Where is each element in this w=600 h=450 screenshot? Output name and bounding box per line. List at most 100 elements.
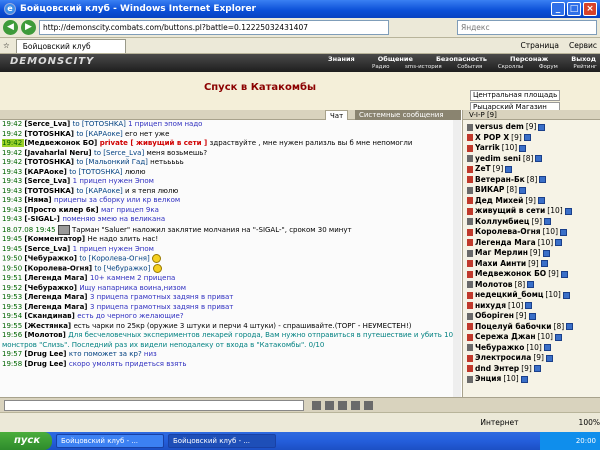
info-icon[interactable] (505, 165, 513, 173)
player-name[interactable]: Маг Мерлин (475, 248, 528, 259)
info-icon[interactable] (545, 354, 553, 362)
message-recipient[interactable]: кто поможет за кр? (69, 350, 144, 358)
submenu-events[interactable]: События (457, 64, 482, 70)
message-author[interactable]: [Молотов] (24, 331, 68, 339)
player-entry[interactable]: Электросила [9] (463, 353, 600, 364)
player-name[interactable]: Медвежонок БО (475, 269, 546, 280)
info-icon[interactable] (519, 186, 527, 194)
message-author[interactable]: [Serce_Lva] (24, 120, 72, 128)
address-input[interactable]: http://demonscity.combats.com/buttons.pl… (39, 20, 389, 35)
message-recipient[interactable]: to [Королева-Огня] (79, 255, 152, 263)
message-recipient[interactable]: to [TOTOSHKA] (69, 168, 124, 176)
settings-icon[interactable] (325, 400, 334, 410)
message-author[interactable]: [TOTOSHKA] (24, 130, 76, 138)
message-author[interactable]: [Комментатор] (24, 235, 87, 243)
player-name[interactable]: Дед Михей (475, 196, 523, 207)
info-icon[interactable] (535, 155, 543, 163)
player-name[interactable]: dnd Энтер (475, 364, 519, 375)
info-icon[interactable] (525, 302, 533, 310)
info-icon[interactable] (533, 365, 541, 373)
player-name[interactable]: ВИКАР (475, 185, 504, 196)
info-icon[interactable] (555, 239, 563, 247)
player-entry[interactable]: Поцелуй бабочки [8] (463, 322, 600, 333)
menu-character[interactable]: Персонаж (510, 55, 548, 63)
message-recipient[interactable]: to [Serce_Lva] (94, 149, 146, 157)
player-name[interactable]: Yarrik (475, 143, 500, 154)
submenu-sms[interactable]: sms-история (405, 64, 442, 70)
message-author[interactable]: [Жестянка] (24, 322, 73, 330)
message-author[interactable]: [КАРАоке] (24, 168, 69, 176)
info-icon[interactable] (540, 260, 548, 268)
message-author[interactable]: [Чебуражко] (24, 284, 79, 292)
message-author[interactable]: [Serce_Lva] (24, 245, 72, 253)
player-entry[interactable]: Сережа Джан [10] (463, 332, 600, 343)
tab-system-messages[interactable]: Системные сообщения (355, 110, 461, 120)
info-icon[interactable] (542, 249, 550, 257)
message-author[interactable]: [TOTOSHKA] (24, 187, 76, 195)
player-name[interactable]: недецкий_бомц (475, 290, 543, 301)
info-icon[interactable] (537, 197, 545, 205)
message-author[interactable]: [Медвежонок БО] (24, 139, 99, 147)
menu-social[interactable]: Общение (378, 55, 413, 63)
favorites-star-icon[interactable]: ☆ (3, 41, 10, 50)
info-icon[interactable] (519, 144, 527, 152)
tab-chat[interactable]: Чат (325, 110, 349, 120)
info-icon[interactable] (562, 291, 570, 299)
message-author[interactable]: [Просто килер 6к] (24, 206, 101, 214)
player-name[interactable]: Королева-Огня (475, 227, 541, 238)
submenu-scrolls[interactable]: Скроллы (498, 64, 523, 70)
player-entry[interactable]: Легенда Мага [10] (463, 238, 600, 249)
message-author[interactable]: [Легенда Мага] (24, 293, 90, 301)
player-name[interactable]: нихудя (475, 301, 506, 312)
info-icon[interactable] (560, 228, 568, 236)
player-name[interactable]: ZeT (475, 164, 491, 175)
chat-input[interactable] (4, 399, 304, 411)
info-icon[interactable] (538, 123, 546, 131)
forward-icon[interactable]: ▶ (21, 20, 36, 35)
tab-combats[interactable]: Бойцовский клуб (15, 38, 126, 53)
message-author[interactable]: [Serce_Lva] (24, 177, 72, 185)
player-name[interactable]: Ветеран-Бк (475, 175, 525, 186)
player-entry[interactable]: dnd Энтер [9] (463, 364, 600, 375)
player-name[interactable]: живущий в сети (475, 206, 545, 217)
menu-knowledge[interactable]: Знания (328, 55, 355, 63)
info-icon[interactable] (566, 323, 574, 331)
player-entry[interactable]: Коллумбиец [9] (463, 217, 600, 228)
info-icon[interactable] (528, 312, 536, 320)
player-name[interactable]: Оборіген (475, 311, 514, 322)
start-button[interactable]: пуск (0, 432, 52, 450)
message-recipient[interactable]: to [КАРАоке] (76, 130, 125, 138)
player-name[interactable]: Сережа Джан (475, 332, 536, 343)
menu-exit[interactable]: Выход (571, 55, 596, 63)
search-input[interactable]: Яндекс (457, 20, 597, 35)
player-entry[interactable]: Медвежонок БО [9] (463, 269, 600, 280)
message-author[interactable]: [Няма] (24, 196, 54, 204)
submenu-radio[interactable]: Радио (372, 64, 389, 70)
smile-icon[interactable] (312, 400, 321, 410)
minimize-button[interactable]: _ (551, 2, 565, 16)
player-name[interactable]: versus dem (475, 122, 524, 133)
player-name[interactable]: Махи Аинти (475, 259, 526, 270)
player-name[interactable]: yedim seni (475, 154, 521, 165)
link-central-square[interactable]: Центральная площадь (470, 90, 561, 101)
message-author[interactable]: [Легенда Мага] (24, 303, 90, 311)
message-recipient[interactable]: to [TOTOSHKA] (73, 120, 128, 128)
player-name[interactable]: Энция (475, 374, 501, 385)
player-entry[interactable]: Чебуражко [10] (463, 343, 600, 354)
menu-security[interactable]: Безопасность (436, 55, 487, 63)
task-window-1[interactable]: Бойцовский клуб - ... (56, 434, 164, 448)
player-name[interactable]: Коллумбиец (475, 217, 529, 228)
player-entry[interactable]: нихудя [10] (463, 301, 600, 312)
player-entry[interactable]: Молотов [8] (463, 280, 600, 291)
player-entry[interactable]: versus dem [9] (463, 122, 600, 133)
player-name[interactable]: Чебуражко (475, 343, 524, 354)
submenu-forum[interactable]: Форум (539, 64, 558, 70)
player-entry[interactable]: Оборіген [9] (463, 311, 600, 322)
message-author[interactable]: [Javaharlal Neru] (24, 149, 94, 157)
message-recipient[interactable]: to [Мальонкий Гад] (76, 158, 150, 166)
player-name[interactable]: X POP X (475, 133, 509, 144)
info-icon[interactable] (520, 375, 528, 383)
message-author[interactable]: [-SIGAL-] (24, 215, 62, 223)
maximize-button[interactable]: □ (567, 2, 581, 16)
chat-scrollbar[interactable] (453, 120, 461, 401)
